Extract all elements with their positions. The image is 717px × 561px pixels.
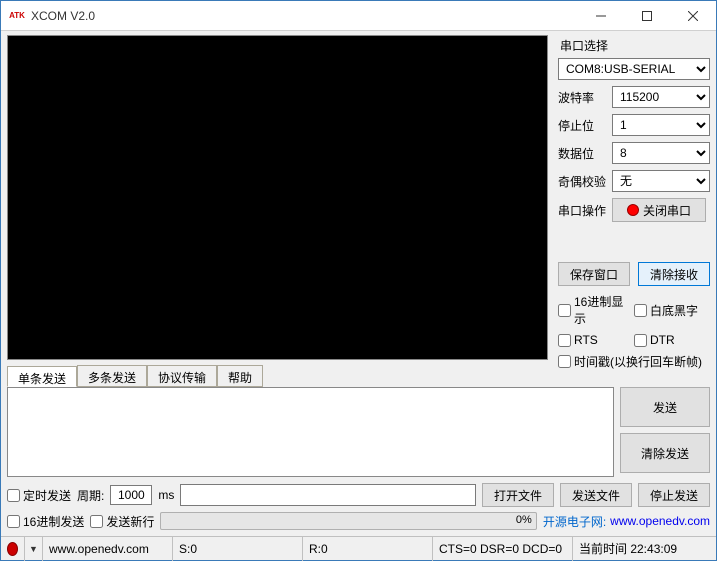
send-options-row-1: 定时发送 周期: ms 打开文件 发送文件 停止发送 [7, 483, 710, 507]
status-rx-count: R:0 [303, 537, 433, 561]
port-section-label: 串口选择 [560, 37, 710, 54]
hex-display-checkbox[interactable]: 16进制显示 [558, 293, 634, 327]
app-logo-icon: ATK [9, 8, 25, 24]
titlebar: ATK XCOM V2.0 [1, 1, 716, 31]
tab-single-send[interactable]: 单条发送 [7, 366, 77, 387]
tab-help[interactable]: 帮助 [217, 365, 263, 386]
toggle-port-button[interactable]: 关闭串口 [612, 198, 706, 222]
status-bar: ▼ www.openedv.com S:0 R:0 CTS=0 DSR=0 DC… [1, 536, 716, 560]
rts-checkbox[interactable]: RTS [558, 333, 634, 347]
stopbit-label: 停止位 [558, 117, 612, 134]
send-tabs: 单条发送 多条发送 协议传输 帮助 [7, 365, 263, 387]
receive-terminal[interactable] [7, 35, 548, 360]
window-body: 串口选择 COM8:USB-SERIAL 波特率 115200 停止位 1 数据… [1, 31, 716, 536]
port-op-label: 串口操作 [558, 202, 612, 219]
record-icon [7, 542, 18, 556]
white-bg-checkbox[interactable]: 白底黑字 [634, 293, 710, 327]
parity-label: 奇偶校验 [558, 173, 612, 190]
timed-send-checkbox[interactable]: 定时发送 [7, 487, 71, 504]
baud-label: 波特率 [558, 89, 612, 106]
clear-send-button[interactable]: 清除发送 [620, 433, 710, 473]
hex-send-checkbox[interactable]: 16进制发送 [7, 513, 84, 530]
minimize-icon [596, 11, 606, 21]
timestamp-checkbox[interactable]: 时间戳(以换行回车断帧) [558, 353, 710, 370]
send-newline-checkbox[interactable]: 发送新行 [90, 513, 154, 530]
file-path-input[interactable] [180, 484, 476, 506]
maximize-icon [642, 11, 652, 21]
status-record-button[interactable] [1, 537, 25, 561]
send-options-row-2: 16进制发送 发送新行 0% 开源电子网: www.openedv.com [7, 509, 710, 533]
port-op-text: 关闭串口 [643, 202, 691, 219]
save-window-button[interactable]: 保存窗口 [558, 262, 630, 286]
maximize-button[interactable] [624, 1, 670, 31]
progress-percent: 0% [516, 514, 532, 526]
parity-select[interactable]: 无 [612, 170, 710, 192]
send-button[interactable]: 发送 [620, 387, 710, 427]
stopbit-select[interactable]: 1 [612, 114, 710, 136]
port-status-icon [627, 204, 639, 216]
dtr-checkbox[interactable]: DTR [634, 333, 710, 347]
chevron-down-icon: ▼ [29, 544, 38, 554]
stop-send-button[interactable]: 停止发送 [638, 483, 710, 507]
window-title: XCOM V2.0 [31, 9, 578, 23]
status-url[interactable]: www.openedv.com [43, 537, 173, 561]
period-label: 周期: [77, 487, 104, 504]
status-tx-count: S:0 [173, 537, 303, 561]
send-file-button[interactable]: 发送文件 [560, 483, 632, 507]
close-icon [688, 11, 698, 21]
open-file-button[interactable]: 打开文件 [482, 483, 554, 507]
close-button[interactable] [670, 1, 716, 31]
website-link[interactable]: 开源电子网: www.openedv.com [543, 513, 710, 530]
link-url: www.openedv.com [610, 514, 710, 528]
tab-protocol[interactable]: 协议传输 [147, 365, 217, 386]
databit-select[interactable]: 8 [612, 142, 710, 164]
app-window: ATK XCOM V2.0 串口选择 COM8:USB-SERIAL 波特率 1… [0, 0, 717, 561]
status-dropdown[interactable]: ▼ [25, 537, 43, 561]
status-time: 当前时间 22:43:09 [573, 537, 716, 561]
baud-select[interactable]: 115200 [612, 86, 710, 108]
serial-config-panel: 串口选择 COM8:USB-SERIAL 波特率 115200 停止位 1 数据… [558, 35, 710, 373]
send-progress-bar: 0% [160, 512, 536, 530]
period-unit: ms [158, 488, 174, 502]
status-lines: CTS=0 DSR=0 DCD=0 [433, 537, 573, 561]
minimize-button[interactable] [578, 1, 624, 31]
port-select[interactable]: COM8:USB-SERIAL [558, 58, 710, 80]
period-input[interactable] [110, 485, 152, 505]
link-label: 开源电子网: [543, 513, 606, 530]
tab-multi-send[interactable]: 多条发送 [77, 365, 147, 386]
clear-receive-button[interactable]: 清除接收 [638, 262, 710, 286]
send-area: 发送 清除发送 [7, 387, 710, 477]
databit-label: 数据位 [558, 145, 612, 162]
send-textarea[interactable] [7, 387, 614, 477]
